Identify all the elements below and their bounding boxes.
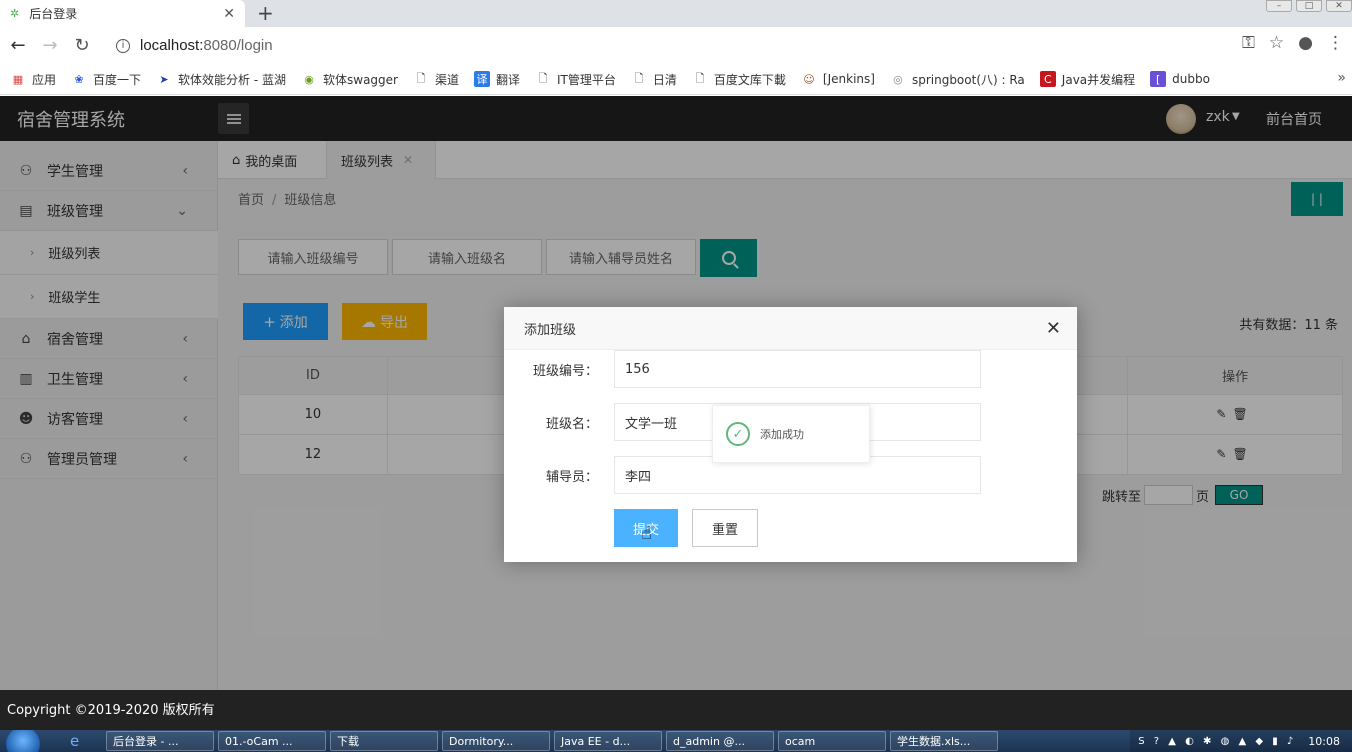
key-icon[interactable]: ⚿ — [1242, 33, 1255, 53]
bookmarks-bar: ▦ 应用 ❀ 百度一下 ➤ 软体效能分析 - 蓝湖 ◉ 软体swagger 🗋 渠道 译翻… — [0, 64, 1352, 95]
browser-toolbar: ← → ↻ i localhost: 8080/login ⚿ ☆ ● ⋮ — [0, 27, 1352, 64]
bookmark-jenkins[interactable]: ☺ [Jenkins] — [801, 71, 875, 87]
menu-dots-icon[interactable]: ⋮ — [1327, 33, 1344, 53]
ie-icon[interactable]: e — [70, 732, 92, 750]
bookmark-wenku[interactable]: 🗋 百度文库下載 — [692, 71, 785, 88]
browser-tab[interactable]: ✲ 后台登录 ✕ — [0, 0, 245, 27]
page-icon: 🗋 — [634, 71, 644, 85]
taskbar-item[interactable]: 学生数据.xls... — [890, 731, 998, 751]
counselor-label: 辅导员： — [545, 469, 598, 485]
springboot-icon: ◎ — [893, 72, 903, 86]
bookmark-lanhu[interactable]: ➤ 软体效能分析 - 蓝湖 — [156, 71, 286, 88]
class-no-row: 班级编号： 156 — [504, 350, 981, 388]
system-tray: S ? ▲ ◐ ✱ ◍ ▲ ◆ ▮ ♪ 10:08 — [1130, 730, 1352, 752]
bookmark-dubbo[interactable]: [dubbo — [1150, 71, 1210, 87]
maximize-icon[interactable]: □ — [1296, 0, 1322, 12]
jenkins-icon: ☺ — [803, 72, 815, 86]
profile-icon[interactable]: ● — [1298, 33, 1313, 53]
bookmarks-overflow-icon[interactable]: » — [1337, 70, 1346, 86]
reload-icon[interactable]: ↻ — [66, 35, 98, 56]
translate-icon: 译 — [474, 71, 490, 87]
site-info-icon[interactable]: i — [116, 38, 130, 53]
class-no-label: 班级编号： — [532, 363, 598, 379]
check-circle-icon: ✓ — [726, 422, 750, 446]
close-tab-icon[interactable]: ✕ — [223, 6, 235, 22]
star-icon[interactable]: ☆ — [1269, 33, 1284, 53]
url-path: 8080/login — [203, 37, 273, 54]
close-window-icon[interactable]: ✕ — [1326, 0, 1352, 12]
page-icon: 🗋 — [416, 71, 426, 85]
taskbar-item[interactable]: d_admin @... — [666, 731, 774, 751]
browser-tabstrip: ✲ 后台登录 ✕ + – □ ✕ — [0, 0, 1352, 27]
bookmark-springboot[interactable]: ◎ springboot(八) : Ra — [890, 71, 1025, 88]
bookmark-it[interactable]: 🗋 IT管理平台 — [535, 71, 616, 88]
footer: Copyright ©2019-2020 版权所有 — [0, 690, 1352, 730]
dubbo-icon: [ — [1150, 71, 1167, 87]
page-icon: 🗋 — [538, 71, 548, 85]
success-toast: ✓ 添加成功 — [712, 405, 870, 463]
browser-tab-title: 后台登录 — [29, 7, 78, 21]
bookmark-java[interactable]: C Java并发编程 — [1039, 71, 1135, 88]
back-icon[interactable]: ← — [2, 35, 34, 56]
baidu-paw-icon: ❀ — [74, 72, 84, 86]
minimize-icon[interactable]: – — [1266, 0, 1292, 12]
window-controls: – □ ✕ — [1262, 0, 1352, 12]
csdn-icon: C — [1039, 71, 1056, 87]
bookmark-baidu[interactable]: ❀ 百度一下 — [71, 71, 141, 88]
hand-cursor-icon: ☝ — [641, 523, 652, 544]
apps-grid-icon: ▦ — [12, 72, 24, 86]
class-name-label: 班级名： — [545, 416, 598, 432]
bookmark-channel[interactable]: 🗋 渠道 — [413, 71, 459, 88]
page-icon: 🗋 — [695, 71, 705, 85]
taskbar-item[interactable]: ocam — [778, 731, 886, 751]
clock[interactable]: 10:08 — [1308, 735, 1340, 748]
bookmark-swagger[interactable]: ◉ 软体swagger — [301, 71, 398, 88]
url-host: localhost: — [140, 37, 204, 54]
taskbar-item[interactable]: Dormitory... — [442, 731, 550, 751]
address-bar[interactable]: i localhost: 8080/login — [110, 31, 1290, 60]
swagger-icon: ◉ — [304, 72, 314, 86]
bookmark-apps[interactable]: ▦ 应用 — [10, 71, 56, 88]
taskbar-item[interactable]: Java EE - d... — [554, 731, 662, 751]
start-button[interactable] — [6, 730, 40, 752]
toast-message: 添加成功 — [760, 428, 804, 441]
modal-title: 添加班级 — [504, 307, 1077, 350]
taskbar-item[interactable]: 后台登录 - ... — [106, 731, 214, 751]
new-tab-icon[interactable]: + — [257, 1, 274, 25]
bookmark-translate[interactable]: 译翻译 — [474, 71, 520, 88]
class-no-field[interactable]: 156 — [614, 350, 981, 388]
bookmark-daily[interactable]: 🗋 日清 — [631, 71, 676, 88]
taskbar-item[interactable]: 下载 — [330, 731, 438, 751]
taskbar-item[interactable]: 01.-oCam ... — [218, 731, 326, 751]
favicon-icon: ✲ — [10, 7, 20, 20]
tray-icons[interactable]: S ? ▲ ◐ ✱ ◍ ▲ ◆ ▮ ♪ — [1138, 736, 1296, 747]
lanhu-icon: ➤ — [159, 72, 169, 86]
close-icon[interactable]: ✕ — [1046, 318, 1061, 339]
os-taskbar: e 后台登录 - ... 01.-oCam ... 下载 Dormitory..… — [0, 730, 1352, 752]
forward-icon[interactable]: → — [34, 35, 66, 56]
reset-button[interactable]: 重置 — [692, 509, 758, 547]
